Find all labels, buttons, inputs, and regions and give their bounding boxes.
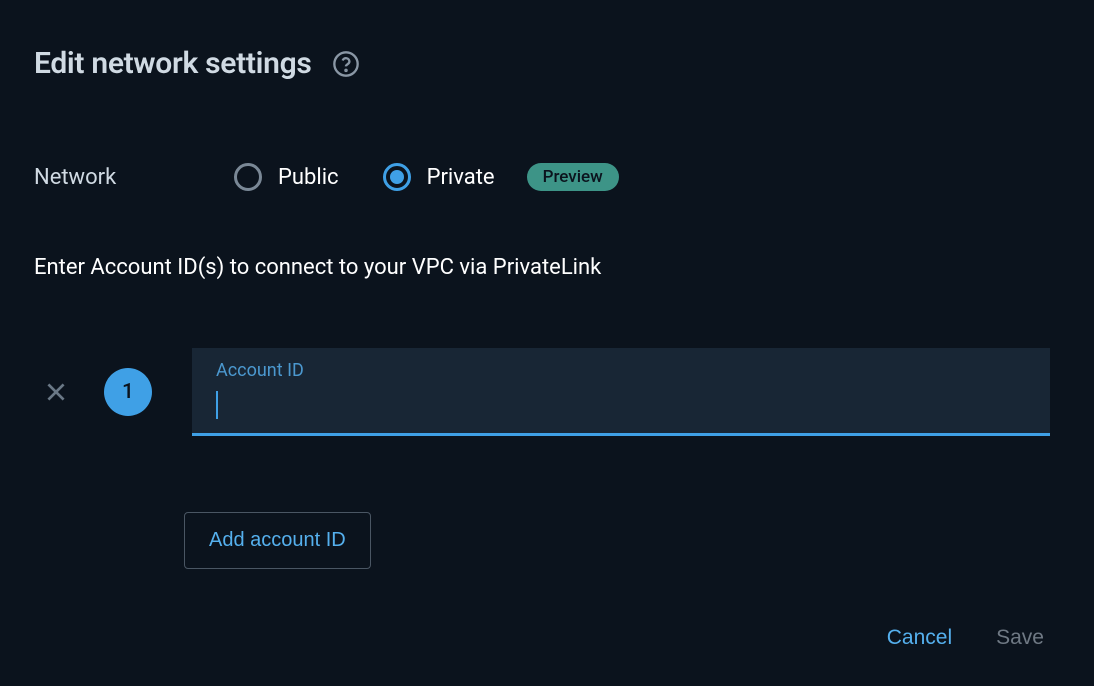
text-cursor bbox=[216, 391, 218, 419]
help-icon[interactable] bbox=[332, 50, 360, 78]
account-id-row: 1 Account ID bbox=[34, 348, 1060, 436]
network-radio-group: Public Private Preview bbox=[234, 163, 619, 191]
account-id-field-wrapper[interactable]: Account ID bbox=[192, 348, 1050, 436]
row-number-badge: 1 bbox=[104, 368, 152, 416]
account-id-input[interactable] bbox=[216, 385, 1026, 411]
cancel-button[interactable]: Cancel bbox=[887, 626, 952, 650]
remove-row-button[interactable] bbox=[40, 376, 72, 408]
radio-unchecked-icon bbox=[234, 163, 262, 191]
account-id-label: Account ID bbox=[216, 360, 1026, 381]
radio-private[interactable]: Private bbox=[383, 163, 495, 191]
radio-public[interactable]: Public bbox=[234, 163, 339, 191]
radio-public-label: Public bbox=[278, 165, 339, 190]
preview-badge: Preview bbox=[527, 163, 619, 191]
radio-checked-icon bbox=[383, 163, 411, 191]
close-icon bbox=[43, 379, 69, 405]
save-button[interactable]: Save bbox=[996, 626, 1044, 650]
page-title: Edit network settings bbox=[34, 46, 312, 81]
network-label: Network bbox=[34, 165, 204, 190]
instruction-text: Enter Account ID(s) to connect to your V… bbox=[34, 255, 1060, 280]
add-account-id-button[interactable]: Add account ID bbox=[184, 512, 371, 569]
radio-private-label: Private bbox=[427, 165, 495, 190]
